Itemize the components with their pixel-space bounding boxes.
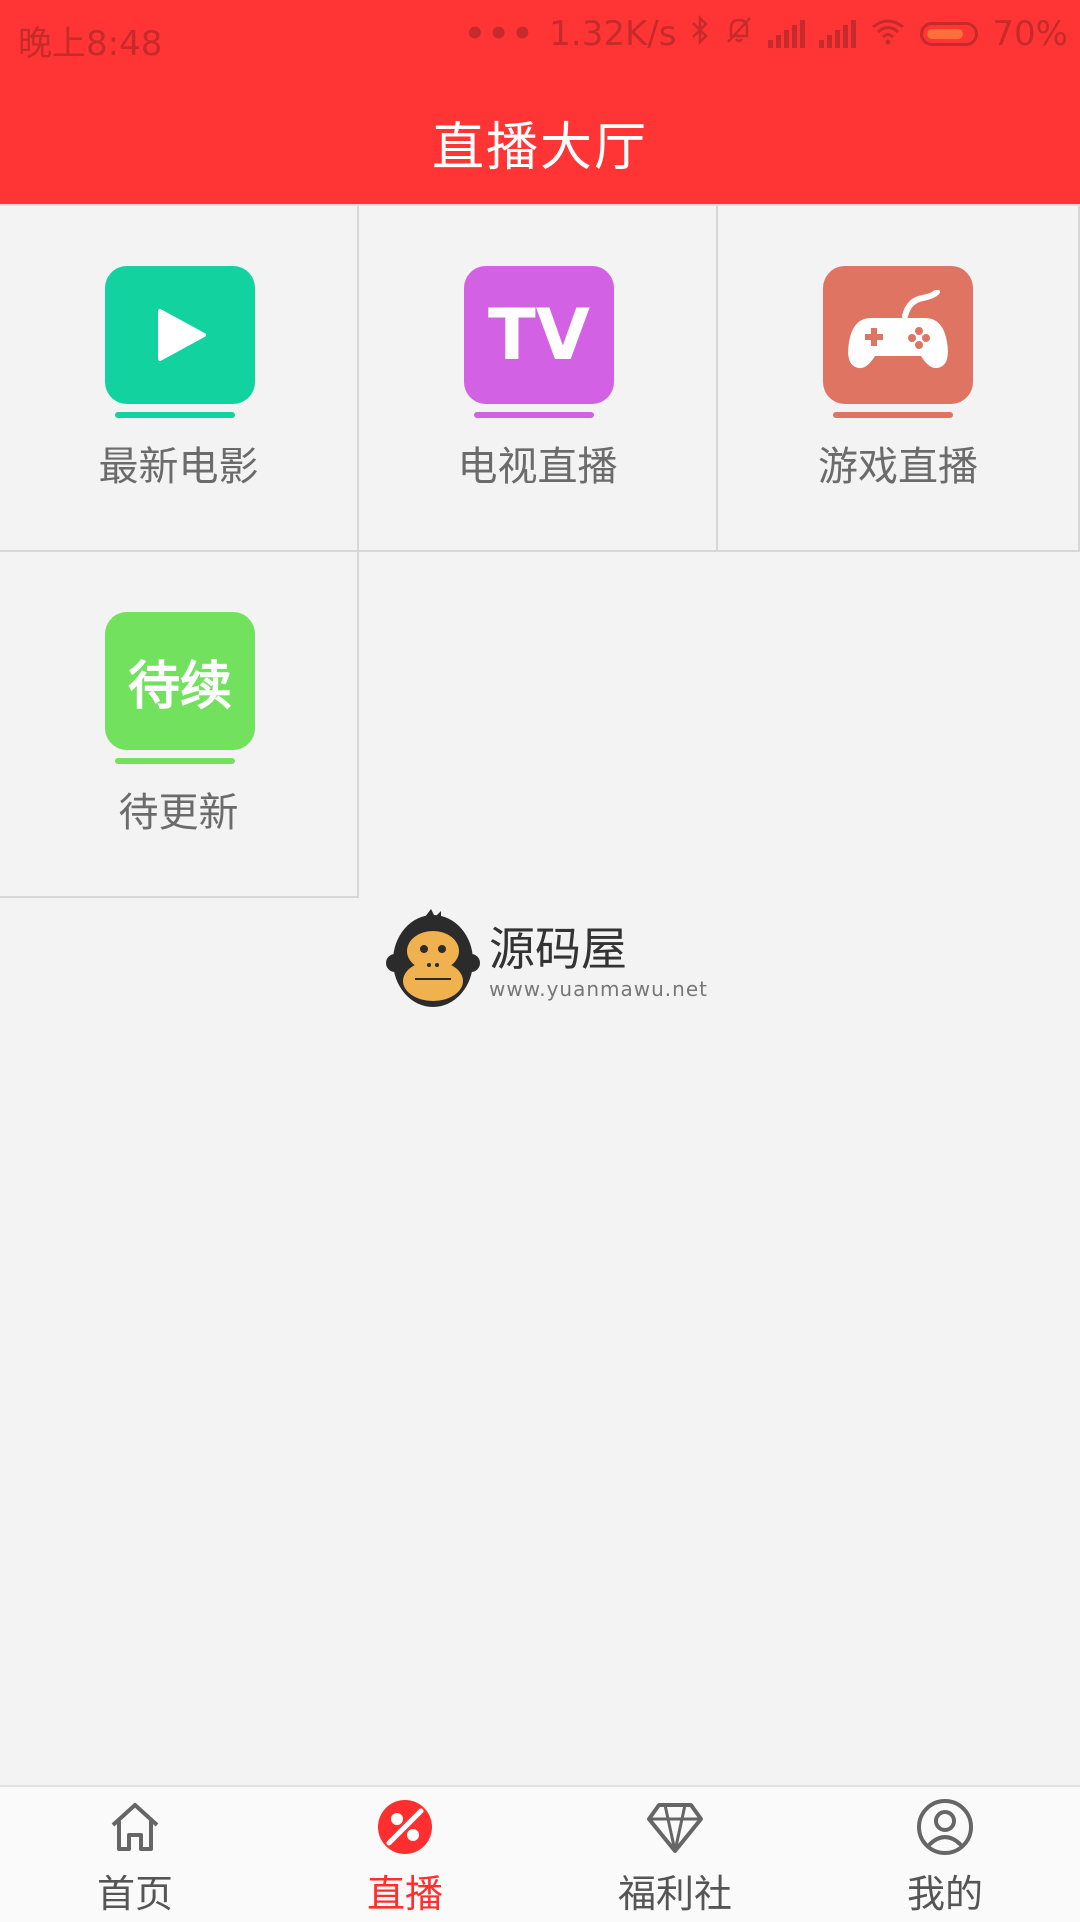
- category-label: 最新电影: [98, 444, 259, 490]
- wifi-icon: [870, 14, 906, 54]
- nav-welfare[interactable]: 福利社: [540, 1787, 810, 1922]
- category-coming-soon[interactable]: 待续 待更新: [0, 552, 359, 898]
- home-icon: [111, 1803, 159, 1851]
- play-icon: [105, 266, 255, 404]
- bottom-nav: 首页 直播 福利社 我的: [0, 1785, 1080, 1922]
- watermark-url: www.yuanmawu.net: [489, 977, 708, 1001]
- nav-label: 我的: [906, 1872, 983, 1916]
- icon-underline: [115, 758, 235, 764]
- live-icon: [378, 1800, 432, 1854]
- category-label: 游戏直播: [818, 444, 978, 490]
- coming-soon-icon-text: 待续: [127, 656, 232, 717]
- monkey-logo-icon: [386, 909, 480, 1007]
- app-header: 晚上8:48 ••• 1.32K/s 70% 直播大厅: [0, 0, 1080, 206]
- nav-mine[interactable]: 我的: [810, 1787, 1080, 1922]
- page-title: 直播大厅: [431, 118, 648, 178]
- watermark-logo: 源码屋 www.yuanmawu.net: [385, 905, 715, 1015]
- signal-icon: [768, 20, 806, 48]
- category-game-live[interactable]: 游戏直播: [718, 206, 1080, 552]
- gamepad-icon: [823, 266, 973, 404]
- nav-label: 直播: [366, 1872, 443, 1916]
- category-label: 电视直播: [457, 444, 618, 490]
- nav-label: 福利社: [617, 1872, 732, 1916]
- icon-underline: [115, 412, 235, 418]
- nav-home[interactable]: 首页: [0, 1787, 270, 1922]
- tv-icon-text: TV: [488, 294, 590, 376]
- nav-label: 首页: [96, 1872, 173, 1916]
- bluetooth-icon: [690, 14, 710, 54]
- battery-percent: 70%: [992, 14, 1068, 54]
- status-indicators: ••• 1.32K/s 70%: [464, 14, 1068, 54]
- watermark-name: 源码屋: [489, 922, 627, 976]
- nav-live[interactable]: 直播: [270, 1787, 540, 1922]
- tv-icon: TV: [464, 266, 614, 404]
- mute-bell-icon: [724, 14, 754, 54]
- signal-icon-2: [819, 20, 857, 48]
- status-dots: •••: [464, 14, 536, 54]
- status-bar: 晚上8:48 ••• 1.32K/s 70%: [0, 0, 1080, 74]
- category-label: 待更新: [118, 790, 239, 836]
- category-tv-live[interactable]: TV 电视直播: [359, 206, 718, 552]
- icon-underline: [833, 412, 953, 418]
- coming-soon-icon: 待续: [105, 612, 255, 750]
- status-time: 晚上8:48: [18, 24, 163, 64]
- icon-underline: [474, 412, 594, 418]
- network-speed: 1.32K/s: [549, 14, 677, 54]
- battery-icon: [920, 22, 979, 46]
- user-icon: [917, 1799, 973, 1855]
- diamond-icon: [647, 1803, 703, 1853]
- category-latest-movies[interactable]: 最新电影: [0, 206, 359, 552]
